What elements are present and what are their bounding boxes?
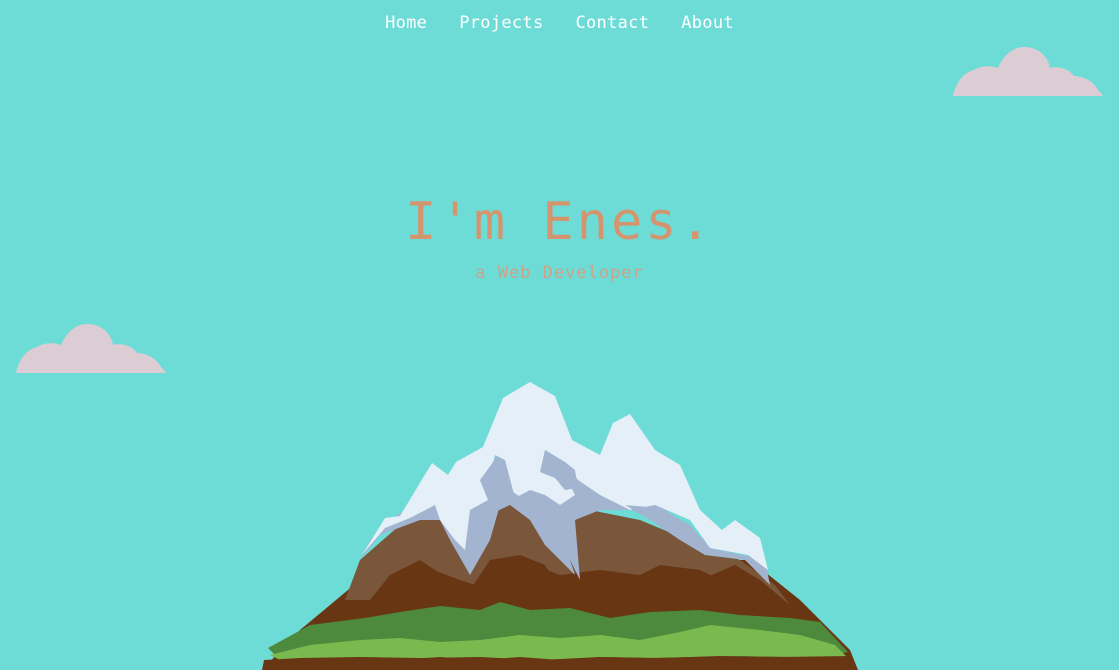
mountain-illustration (262, 382, 858, 670)
